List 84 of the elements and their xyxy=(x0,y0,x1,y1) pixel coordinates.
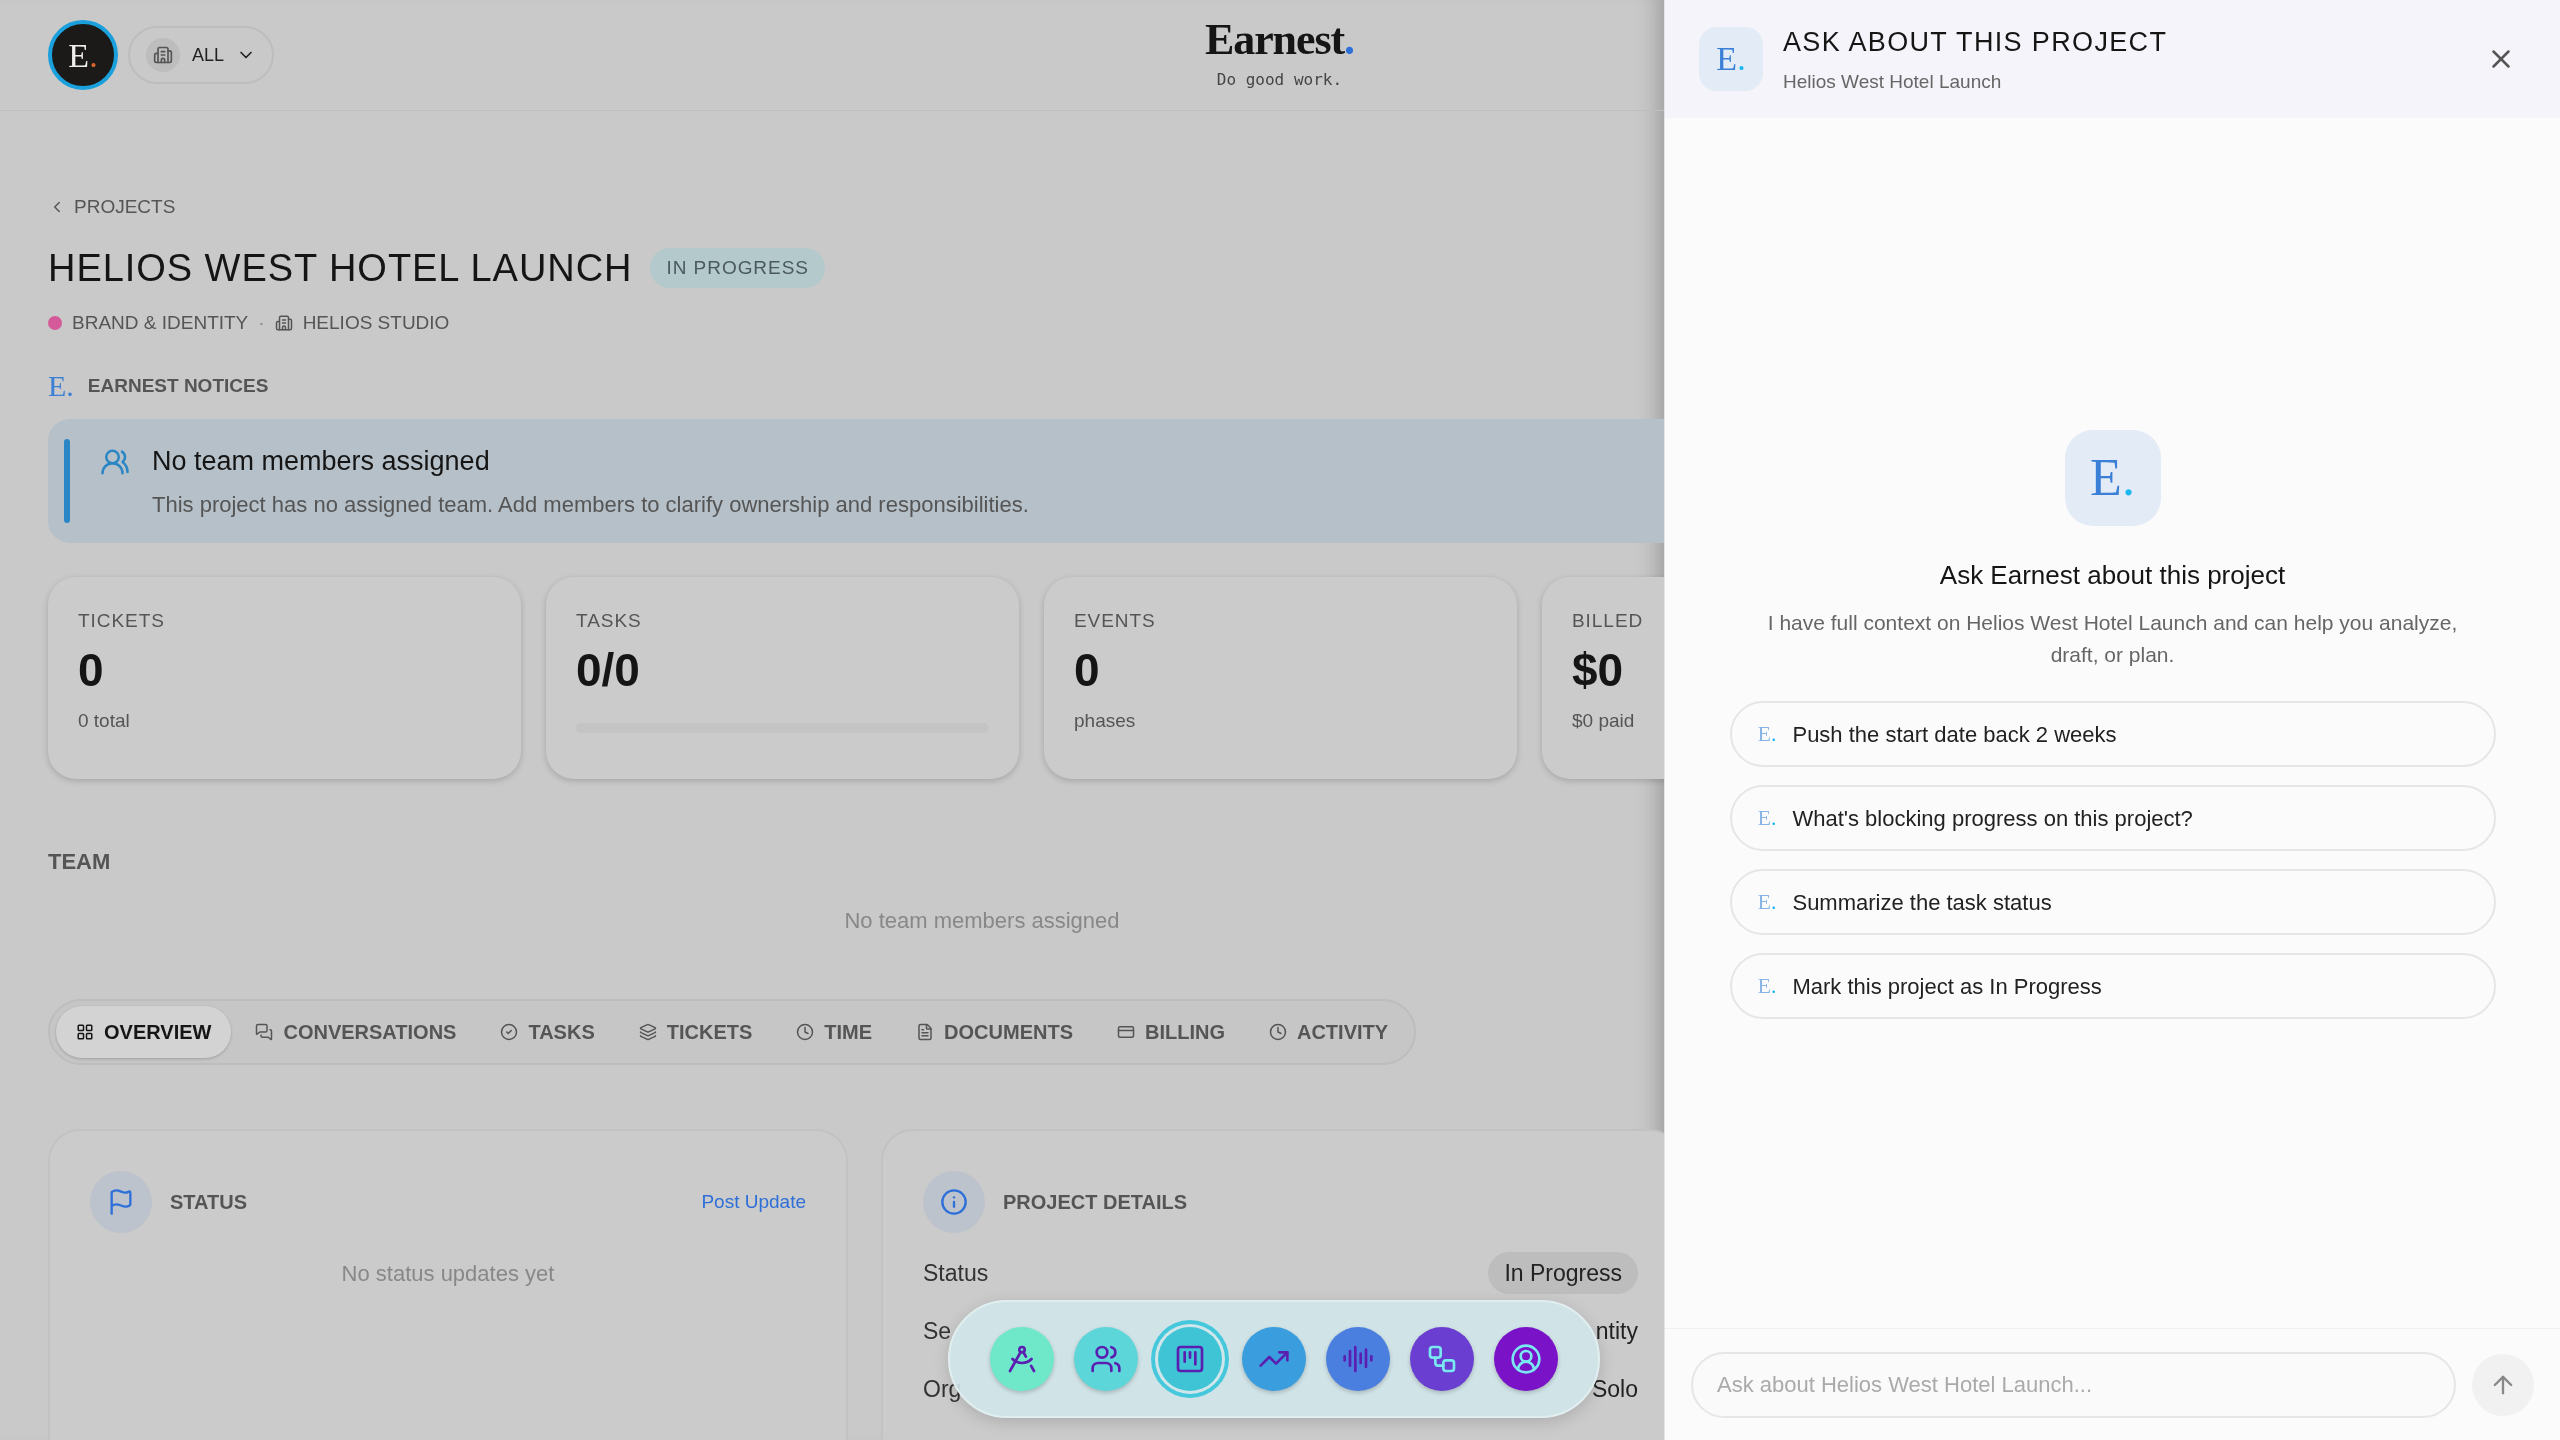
empty-message: No status updates yet xyxy=(341,1260,555,1288)
detail-label: Se xyxy=(923,1316,952,1346)
tab[interactable]: DOCUMENTS xyxy=(896,1006,1093,1058)
card-title: STATUS xyxy=(170,1190,248,1215)
earnest-logo-icon: E. xyxy=(1757,723,1777,745)
earnest-logo-icon: E. xyxy=(48,371,74,401)
intro-title: Ask Earnest about this project xyxy=(1939,559,2286,592)
tab[interactable]: CONVERSATIONS xyxy=(235,1006,477,1058)
app-icon xyxy=(1174,1343,1206,1375)
tab[interactable]: TICKETS xyxy=(618,1006,773,1058)
notice-text: This project has no assigned team. Add members to clarify ownership and responsibilities. xyxy=(152,490,1029,519)
stat-value: 0/0 xyxy=(576,642,641,698)
dock-app-button[interactable] xyxy=(990,1327,1054,1391)
suggestion-button[interactable]: E. Summarize the task status xyxy=(1729,869,2496,935)
earnest-logo-icon: E. xyxy=(1716,42,1746,76)
earnest-logo-icon: E. xyxy=(1757,807,1777,829)
tab-icon xyxy=(500,1023,519,1041)
app-icon xyxy=(1090,1343,1122,1375)
tab-icon xyxy=(255,1023,274,1041)
detail-value: ntity xyxy=(1595,1316,1638,1346)
building-icon xyxy=(153,45,173,65)
brand-tagline: Do good work. xyxy=(1216,69,1343,91)
app-icon xyxy=(1510,1343,1542,1375)
app-icon xyxy=(1426,1343,1458,1375)
tab[interactable]: TIME xyxy=(776,1006,893,1058)
app-icon xyxy=(1342,1343,1374,1375)
tab-icon xyxy=(796,1023,815,1041)
earnest-logo-icon: E. xyxy=(1757,891,1777,913)
tab[interactable]: OVERVIEW xyxy=(56,1006,232,1058)
empty-message: No team members assigned xyxy=(844,907,1120,935)
client-name: HELIOS STUDIO xyxy=(302,310,450,335)
tab-icon xyxy=(638,1023,657,1041)
tab[interactable]: TASKS xyxy=(480,1006,615,1058)
avatar[interactable]: E. xyxy=(48,20,118,90)
info-icon xyxy=(940,1188,968,1216)
separator-dot: · xyxy=(258,310,265,335)
workspace-filter[interactable]: ALL xyxy=(128,26,275,84)
panel-title: ASK ABOUT THIS PROJECT xyxy=(1783,25,2168,59)
breadcrumb-link[interactable]: PROJECTS xyxy=(48,193,1616,222)
stat-label: TASKS xyxy=(576,609,643,633)
suggestion-button[interactable]: E. What's blocking progress on this project? xyxy=(1729,785,2496,851)
brand-logo: Earnest. xyxy=(1205,18,1354,62)
dock-app-button[interactable] xyxy=(1074,1327,1138,1391)
detail-value: In Progress xyxy=(1488,1251,1638,1295)
app-icon xyxy=(1006,1343,1038,1375)
dock-app-button[interactable] xyxy=(1410,1327,1474,1391)
ask-input-field[interactable]: Ask about Helios West Hotel Launch... xyxy=(1691,1351,2456,1418)
tab-icon xyxy=(1116,1023,1135,1041)
notice-title: No team members assigned xyxy=(152,445,491,479)
card-title: PROJECT DETAILS xyxy=(1003,1190,1188,1215)
users-icon xyxy=(100,447,130,477)
earnest-logo-icon: E. xyxy=(1757,975,1777,997)
building-icon xyxy=(274,313,293,332)
earnest-logo-icon: E. xyxy=(2090,452,2135,504)
detail-label: Status xyxy=(923,1258,989,1288)
project-title: HELIOS WEST HOTEL LAUNCH xyxy=(48,245,633,291)
stat-subtext: $0 paid xyxy=(1572,709,1636,733)
detail-value: Solo xyxy=(1591,1374,1638,1404)
stat-value: $0 xyxy=(1572,642,1625,698)
category-label: BRAND & IDENTITY xyxy=(72,310,249,335)
post-update-link[interactable]: Post Update xyxy=(701,1187,806,1217)
tab-icon xyxy=(916,1023,935,1041)
tab[interactable]: BILLING xyxy=(1096,1006,1245,1058)
section-heading: EARNEST NOTICES xyxy=(87,373,269,398)
stat-label: TICKETS xyxy=(78,609,166,633)
dock-app-button[interactable] xyxy=(1326,1327,1390,1391)
tab-icon xyxy=(76,1023,94,1041)
panel-subtitle: Helios West Hotel Launch xyxy=(1783,70,2003,94)
stat-subtext: phases xyxy=(1074,709,1137,733)
stat-value: 0 xyxy=(1074,642,1101,698)
stat-label: EVENTS xyxy=(1074,609,1157,633)
dock-app-button[interactable] xyxy=(1494,1327,1558,1391)
dock-app-button[interactable] xyxy=(1242,1327,1306,1391)
tab-icon xyxy=(1268,1023,1287,1041)
suggestion-button[interactable]: E. Mark this project as In Progress xyxy=(1729,953,2496,1019)
detail-label: Org xyxy=(923,1374,962,1404)
intro-text: I have full context on Helios West Hotel Launch and can help you analyze, draft, or plan. xyxy=(1766,610,2459,668)
section-heading: TEAM xyxy=(48,848,112,876)
stat-label: BILLED xyxy=(1572,609,1645,633)
suggestion-button[interactable]: E. Push the start date back 2 weeks xyxy=(1729,701,2496,767)
stat-value: 0 xyxy=(78,642,105,698)
stat-subtext: 0 total xyxy=(78,709,131,733)
status-badge: IN PROGRESS xyxy=(650,247,825,289)
tab[interactable]: ACTIVITY xyxy=(1248,1006,1409,1058)
